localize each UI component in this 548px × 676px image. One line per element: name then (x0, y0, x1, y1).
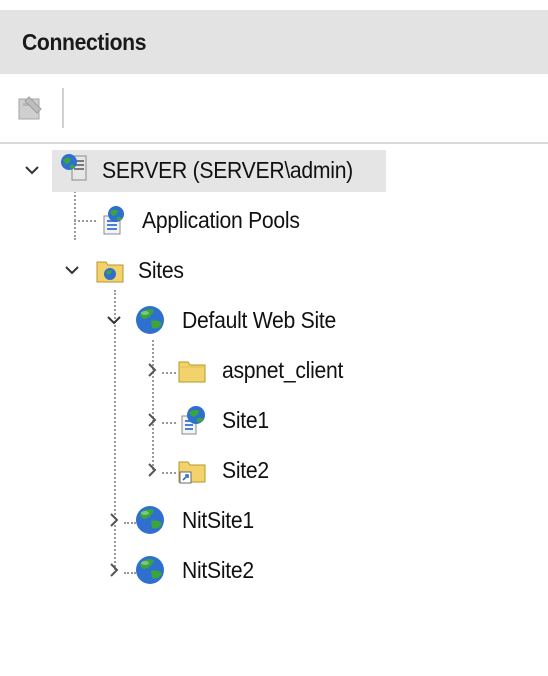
tree-label-site2: Site2 (222, 456, 269, 483)
globe-icon (136, 306, 164, 334)
tree-label-server: SERVER (SERVER\admin) (102, 156, 353, 183)
tree-node-default-web-site[interactable]: Default Web Site (0, 300, 420, 340)
tree-node-aspnet-client[interactable]: aspnet_client (0, 350, 420, 390)
sites-folder-icon (96, 261, 124, 283)
tree-label-site1: Site1 (222, 406, 269, 433)
panel-title: Connections (22, 28, 147, 55)
toolbar-separator (62, 88, 64, 128)
globe-icon (136, 506, 164, 534)
web-application-icon (181, 406, 205, 435)
new-connection-icon (18, 96, 42, 120)
globe-icon (136, 556, 164, 584)
tree-node-site2[interactable]: Site2 (0, 450, 420, 490)
tree-label-nitsite1: NitSite1 (182, 506, 254, 533)
new-connection-button[interactable] (12, 90, 48, 126)
connections-header: Connections (0, 10, 548, 74)
tree-label-aspnet-client: aspnet_client (222, 356, 344, 383)
tree-label-sites: Sites (138, 256, 184, 283)
connections-panel: Connections SERVER (SERVER\admin) Applic… (0, 0, 548, 676)
top-gap (0, 0, 548, 10)
server-icon (61, 154, 87, 181)
virtual-directory-icon (178, 461, 206, 484)
connections-toolbar (0, 74, 548, 144)
tree-node-application-pools[interactable]: Application Pools (0, 200, 400, 240)
tree-label-default-web-site: Default Web Site (182, 306, 336, 333)
folder-icon (178, 361, 206, 383)
tree-node-sites[interactable]: Sites (0, 250, 400, 290)
tree-label-application-pools: Application Pools (142, 206, 300, 233)
tree-node-server[interactable]: SERVER (SERVER\admin) (0, 150, 400, 190)
application-pools-icon (103, 206, 124, 235)
tree-node-site1[interactable]: Site1 (0, 400, 420, 440)
tree-label-nitsite2: NitSite2 (182, 556, 254, 583)
tree-node-nitsite2[interactable]: NitSite2 (0, 550, 420, 590)
tree-node-nitsite1[interactable]: NitSite1 (0, 500, 420, 540)
